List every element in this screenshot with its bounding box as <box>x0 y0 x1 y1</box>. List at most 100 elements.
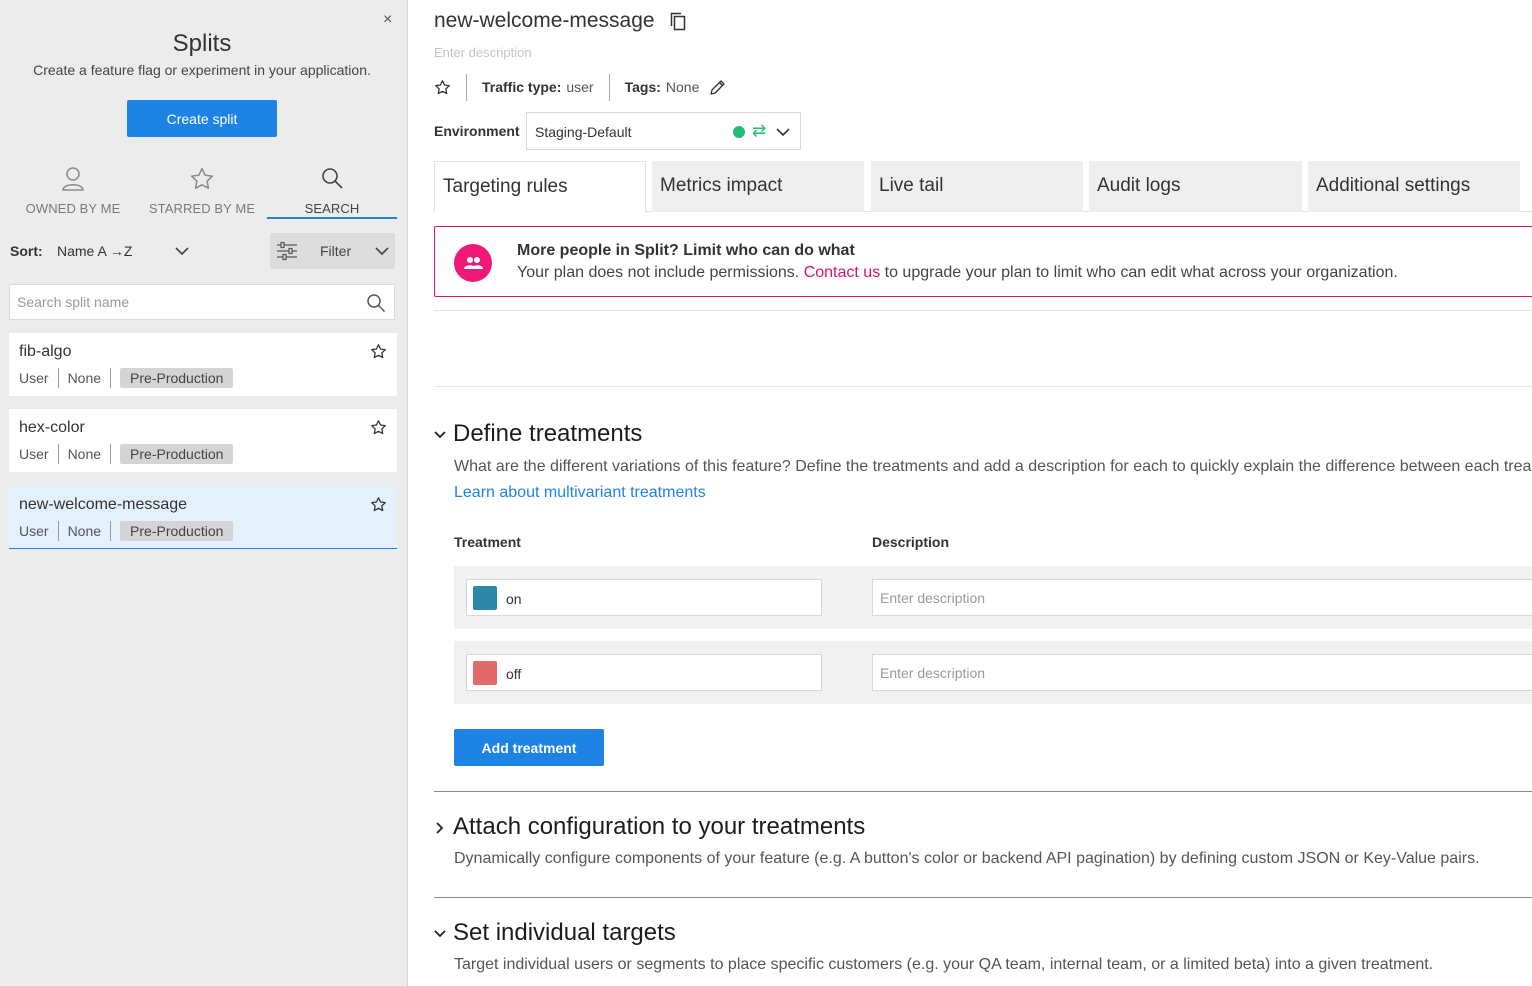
contact-us-link[interactable]: Contact us <box>804 264 880 281</box>
chevron-down-icon <box>776 128 790 137</box>
feature-description[interactable]: Enter description <box>434 45 532 60</box>
tab-additional-settings[interactable]: Additional settings <box>1308 161 1520 212</box>
people-icon <box>454 244 492 282</box>
split-meta: User None Pre-Production <box>19 521 234 541</box>
description-column-header: Description <box>872 534 950 550</box>
search-icon[interactable] <box>366 293 386 313</box>
star-icon <box>190 167 214 189</box>
split-tags: None <box>67 523 102 539</box>
filter-button[interactable]: Filter <box>270 233 395 269</box>
sliders-icon <box>277 241 297 261</box>
star-icon[interactable] <box>370 419 387 436</box>
banner-text-after: to upgrade your plan to limit who can ed… <box>880 264 1398 281</box>
tab-starred-by-me[interactable]: STARRED BY ME <box>137 163 267 219</box>
divider <box>57 521 59 541</box>
split-card-new-welcome-message[interactable]: new-welcome-message User None Pre-Produc… <box>9 486 397 549</box>
environment-badge: Pre-Production <box>120 521 234 541</box>
attach-configuration-description: Dynamically configure components of your… <box>454 850 1480 867</box>
close-icon[interactable]: × <box>383 11 392 29</box>
treatment-description-field <box>872 654 1532 691</box>
star-icon[interactable] <box>370 343 387 360</box>
tab-live-tail[interactable]: Live tail <box>871 161 1083 212</box>
sidebar-title: Splits <box>172 30 232 57</box>
divider <box>608 73 610 101</box>
split-name: new-welcome-message <box>19 496 188 513</box>
filter-label: Filter <box>320 243 352 259</box>
split-tags: None <box>67 446 102 462</box>
sidebar-subtitle: Create a feature flag or experiment in y… <box>33 62 371 78</box>
sort-label: Sort: <box>10 243 43 259</box>
tab-metrics-impact[interactable]: Metrics impact <box>652 161 864 212</box>
banner-text-before: Your plan does not include permissions. <box>517 264 804 281</box>
tags-label: Tags: <box>624 79 661 95</box>
treatment-name-field[interactable]: on <box>466 579 822 616</box>
tab-targeting-rules[interactable]: Targeting rules <box>434 161 646 213</box>
split-search-field <box>9 284 395 320</box>
split-detail: new-welcome-message Enter description Tr… <box>409 0 1532 986</box>
define-treatments-description: What are the different variations of thi… <box>454 458 1532 475</box>
divider <box>466 73 467 101</box>
chevron-down-icon[interactable] <box>433 428 447 442</box>
banner-title: More people in Split? Limit who can do w… <box>517 242 855 259</box>
split-traffic-type: User <box>19 370 49 386</box>
treatment-name-field[interactable]: off <box>466 654 822 691</box>
learn-multivariant-link[interactable]: Learn about multivariant treatments <box>454 484 706 502</box>
treatment-column-header: Treatment <box>454 534 521 550</box>
chevron-down-icon[interactable] <box>174 244 190 258</box>
copy-icon[interactable] <box>670 12 686 31</box>
feature-title: new-welcome-message <box>434 9 655 32</box>
tab-audit-logs[interactable]: Audit logs <box>1089 161 1302 212</box>
create-split-button[interactable]: Create split <box>127 100 277 137</box>
environment-select[interactable]: Staging-Default ⇄ <box>526 112 801 150</box>
tab-owned-label: OWNED BY ME <box>25 201 121 216</box>
star-icon[interactable] <box>370 496 387 513</box>
split-traffic-type: User <box>19 446 49 462</box>
chevron-right-icon[interactable] <box>433 821 447 835</box>
split-tabs: Targeting rules Metrics impact Live tail… <box>434 161 1532 213</box>
tab-starred-label: STARRED BY ME <box>148 201 256 216</box>
sort-value[interactable]: Name A →Z <box>57 243 132 259</box>
define-treatments-heading[interactable]: Define treatments <box>453 420 642 448</box>
individual-targets-heading[interactable]: Set individual targets <box>453 919 676 947</box>
treatment-row: on <box>454 566 1532 629</box>
feature-meta-row: Traffic type: user Tags: None <box>434 73 726 101</box>
treatment-color-swatch[interactable] <box>473 586 497 610</box>
divider <box>57 444 59 464</box>
divider <box>110 521 112 541</box>
add-treatment-button[interactable]: Add treatment <box>454 729 604 766</box>
status-dot <box>733 126 745 138</box>
split-traffic-type: User <box>19 523 49 539</box>
pencil-icon[interactable] <box>709 79 726 96</box>
divider <box>110 444 112 464</box>
split-meta: User None Pre-Production <box>19 368 234 388</box>
treatment-color-swatch[interactable] <box>473 661 497 685</box>
chevron-down-icon[interactable] <box>433 927 447 941</box>
swap-icon: ⇄ <box>752 121 767 140</box>
treatment-description-field <box>872 579 1532 616</box>
split-name: hex-color <box>19 419 85 436</box>
tags-value: None <box>665 79 700 95</box>
tab-search[interactable]: SEARCH <box>267 163 397 219</box>
tab-search-label: SEARCH <box>304 201 360 216</box>
divider <box>110 368 112 388</box>
split-card-hex-color[interactable]: hex-color User None Pre-Production <box>9 409 397 472</box>
environment-badge: Pre-Production <box>120 368 234 388</box>
tab-owned-by-me[interactable]: OWNED BY ME <box>8 163 138 219</box>
divider <box>434 386 1532 387</box>
divider <box>57 368 59 388</box>
traffic-type-value: user <box>566 79 594 95</box>
environment-label: Environment <box>434 123 520 139</box>
attach-configuration-heading[interactable]: Attach configuration to your treatments <box>453 813 865 841</box>
treatment-description-input[interactable] <box>873 580 1473 615</box>
split-name: fib-algo <box>19 343 72 360</box>
chevron-down-icon <box>375 247 389 256</box>
divider <box>434 310 1532 311</box>
user-icon <box>62 167 84 191</box>
treatment-description-input[interactable] <box>873 655 1473 690</box>
permissions-banner: More people in Split? Limit who can do w… <box>434 226 1532 297</box>
star-icon[interactable] <box>434 79 451 96</box>
split-tags: None <box>67 370 102 386</box>
split-search-input[interactable] <box>10 285 350 319</box>
split-card-fib-algo[interactable]: fib-algo User None Pre-Production <box>9 333 397 396</box>
environment-badge: Pre-Production <box>120 444 234 464</box>
